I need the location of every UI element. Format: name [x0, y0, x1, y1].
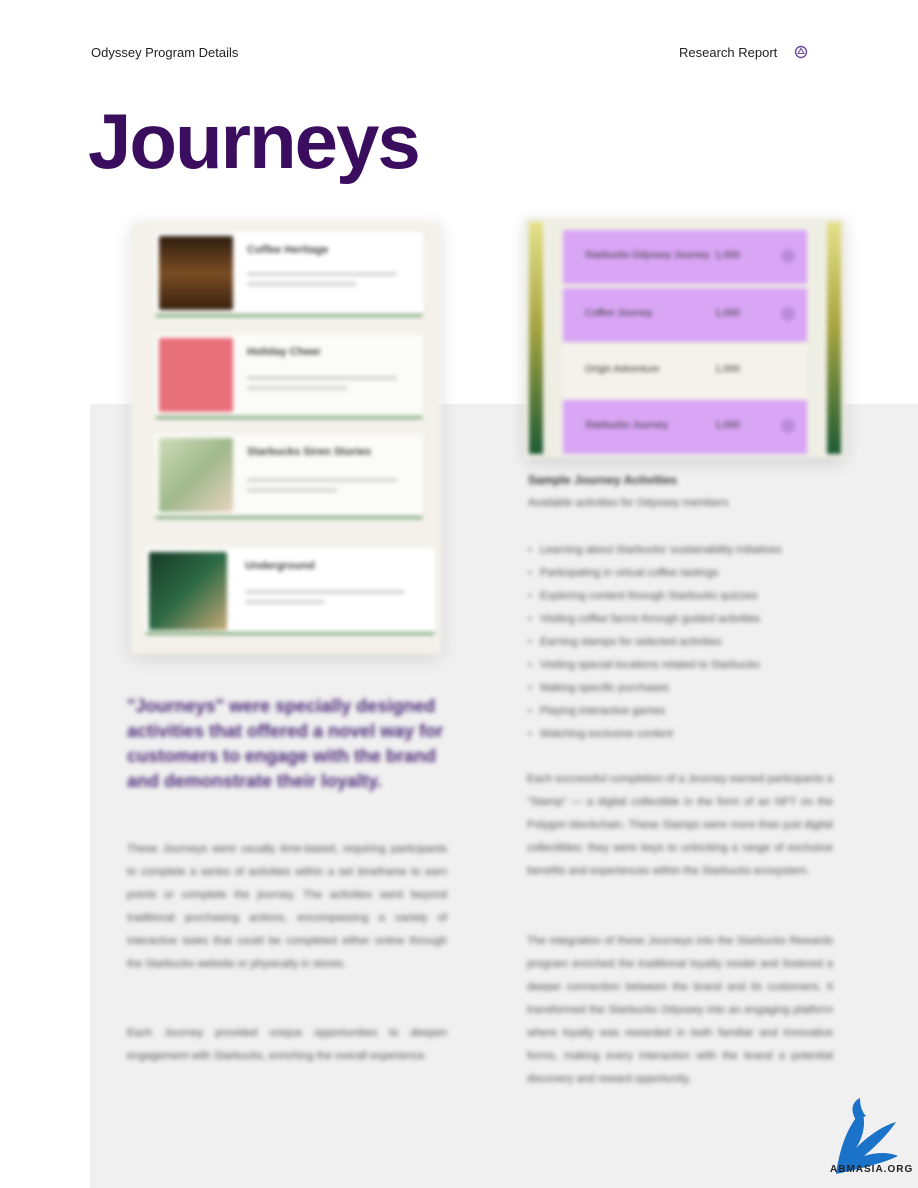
body-paragraph: The integration of these Journeys into t…	[527, 935, 833, 1085]
journey-card: Coffee Heritage	[155, 232, 423, 317]
journey-thumbnail	[159, 236, 233, 310]
journey-row-value: 1,000	[715, 250, 741, 261]
activity-list: Learning about Starbucks' sustainability…	[528, 539, 782, 746]
journey-card: Underground	[145, 548, 435, 635]
journey-row-icon	[781, 419, 795, 433]
pull-quote: "Journeys" were specially designed activ…	[127, 696, 444, 791]
gradient-bar	[827, 222, 841, 454]
page-title: Journeys	[88, 97, 421, 185]
list-item: Visiting coffee farms through guided act…	[528, 608, 782, 631]
list-item: Visiting special locations related to St…	[528, 654, 782, 677]
journey-row-label: Coffee Journey	[585, 308, 653, 319]
journey-card-title: Holiday Cheer	[247, 346, 321, 358]
journey-row: Starbucks Odyssey Journey 1,000	[563, 230, 807, 284]
journey-row: Starbucks Journey 1,000	[563, 400, 807, 454]
journey-row-value: 1,000	[715, 308, 741, 319]
body-paragraph: Each Journey provided unique opportuniti…	[127, 1027, 447, 1062]
journey-card: Holiday Cheer	[155, 334, 423, 419]
journey-row-label: Origin Adventure	[585, 364, 660, 375]
header-report-label: Research Report	[679, 45, 778, 60]
journey-thumbnail	[159, 438, 233, 512]
journey-card-title: Starbucks Siren Stories	[247, 446, 372, 458]
journey-rows-image: Starbucks Odyssey Journey 1,000 Coffee J…	[525, 218, 845, 458]
journey-row-icon	[781, 249, 795, 263]
list-item: Playing interactive games	[528, 700, 782, 723]
journey-row-icon	[781, 307, 795, 321]
journey-thumbnail	[159, 338, 233, 412]
journey-card-title: Underground	[245, 560, 315, 572]
header-section-title: Odyssey Program Details	[91, 45, 239, 60]
journey-row-label: Starbucks Odyssey Journey	[585, 250, 710, 261]
journey-cards-image: Coffee Heritage Holiday Cheer Starbucks …	[131, 222, 441, 654]
list-item: Participating in virtual coffee tastings	[528, 562, 782, 585]
image-caption-subtitle: Available activities for Odyssey members	[528, 497, 729, 509]
journey-thumbnail	[149, 552, 227, 630]
journey-row-label: Starbucks Journey	[585, 420, 668, 431]
list-item: Making specific purchases	[528, 677, 782, 700]
image-caption-title: Sample Journey Activities	[528, 473, 677, 487]
journey-card: Starbucks Siren Stories	[155, 434, 423, 519]
journey-row: Origin Adventure 1,000	[563, 344, 807, 398]
journey-row-value: 1,000	[715, 420, 741, 431]
body-paragraph: These Journeys were usually time-based, …	[127, 843, 447, 970]
journey-row: Coffee Journey 1,000	[563, 288, 807, 342]
journey-card-title: Coffee Heritage	[247, 244, 329, 256]
nft-logo-icon	[794, 45, 808, 59]
watermark-text: ABMASIA.ORG	[830, 1164, 914, 1175]
journey-row-value: 1,000	[715, 364, 741, 375]
gradient-bar	[529, 222, 543, 454]
body-paragraph: Each successful completion of a Journey …	[527, 773, 833, 877]
list-item: Exploring content through Starbucks quiz…	[528, 585, 782, 608]
list-item: Learning about Starbucks' sustainability…	[528, 539, 782, 562]
list-item: Watching exclusive content	[528, 723, 782, 746]
list-item: Earning stamps for selected activities	[528, 631, 782, 654]
